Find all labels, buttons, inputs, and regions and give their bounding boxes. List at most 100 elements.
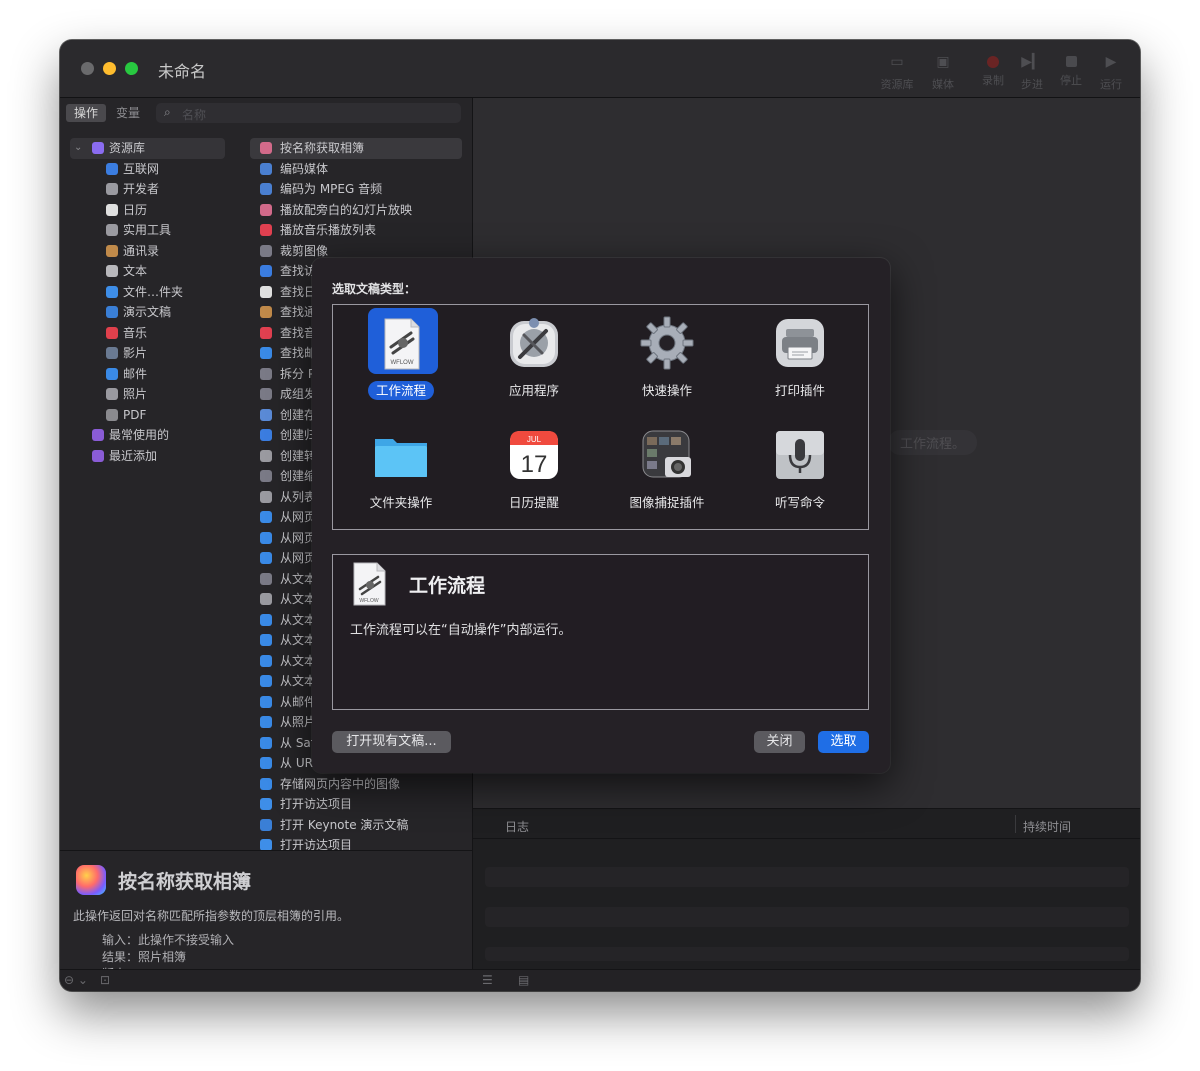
action-label: 编码为 MPEG 音频	[280, 182, 383, 196]
category-item[interactable]: 通讯录	[70, 241, 240, 262]
action-item[interactable]: 打开访达项目	[250, 794, 462, 815]
action-label: 从网页	[280, 530, 317, 545]
category-item[interactable]: 邮件	[70, 364, 240, 385]
type-dictation-command[interactable]: 听写命令	[734, 419, 866, 527]
log-column-duration[interactable]: 持续时间	[1023, 818, 1071, 835]
category-item[interactable]: 最常使用的	[70, 425, 240, 446]
type-workflow-label: 工作流程	[335, 380, 467, 400]
tab-actions[interactable]: 操作	[66, 104, 107, 122]
action-label: 查找邮	[280, 346, 317, 360]
action-item[interactable]: 编码媒体	[250, 159, 462, 180]
category-label: 互联网	[123, 161, 160, 176]
document-type-grid: WFLOW 工作流程 应用程序 快速操作 打印插件 文件夹操作 JUL 17 日…	[332, 304, 869, 530]
category-item[interactable]: 实用工具	[70, 220, 240, 241]
type-calendar-alarm[interactable]: JUL 17 日历提醒	[468, 419, 600, 527]
type-folder-action[interactable]: 文件夹操作	[335, 419, 467, 527]
category-icon	[106, 408, 118, 421]
action-icon	[260, 347, 272, 359]
action-item[interactable]: 播放音乐播放列表	[250, 220, 462, 241]
close-window-button[interactable]	[81, 62, 94, 75]
category-item[interactable]: 互联网	[70, 159, 240, 180]
type-image-capture-plugin[interactable]: 图像捕捉插件	[601, 419, 733, 527]
calendar-icon: JUL 17	[510, 431, 558, 479]
category-item[interactable]: ⌄ 资源库	[70, 138, 225, 159]
library-search-field[interactable]: ⌕ 名称	[156, 103, 461, 123]
toolbar-library-button[interactable]: ▭ 资源库	[877, 52, 917, 92]
action-label: 查找访	[280, 264, 317, 278]
log-column-log[interactable]: 日志	[505, 818, 529, 835]
library-toolbar: 操作 变量 ⌕ 名称	[60, 98, 472, 128]
action-label: 打开访达项目	[280, 797, 353, 811]
action-item[interactable]: 存储网页内容中的图像	[250, 774, 462, 795]
action-menu-icon[interactable]: ⊖ ⌄	[64, 973, 88, 987]
category-item[interactable]: 演示文稿	[70, 302, 240, 323]
category-label: 开发者	[123, 182, 160, 196]
workflow-file-icon: WFLOW	[353, 562, 386, 606]
type-quick-action[interactable]: 快速操作	[601, 307, 733, 415]
open-existing-document-button[interactable]: 打开现有文稿...	[332, 731, 451, 753]
action-label: 查找通	[280, 305, 317, 319]
calendar-day: 17	[521, 451, 548, 478]
toolbar-stop-button[interactable]: 停止	[1051, 52, 1091, 88]
sheet-prompt: 选取文稿类型：	[332, 282, 417, 296]
action-icon	[260, 367, 272, 380]
toolbar-run-label: 运行	[1100, 78, 1122, 91]
category-label: 影片	[123, 346, 148, 360]
list-view-icon[interactable]: ☰	[482, 973, 493, 987]
category-label: 照片	[123, 387, 148, 401]
category-item[interactable]: 音乐	[70, 323, 240, 344]
action-icon	[260, 429, 272, 441]
library-icon: ▭	[890, 54, 904, 70]
action-icon	[260, 203, 272, 216]
action-label: 存储网页内容中的图像	[280, 776, 401, 791]
toolbar-media-button[interactable]: ▣ 媒体	[923, 52, 963, 92]
type-image-capture-label: 图像捕捉插件	[629, 495, 705, 510]
action-label: 查找日	[280, 284, 317, 299]
category-item[interactable]: 文本	[70, 261, 240, 282]
action-icon	[260, 449, 272, 462]
category-item[interactable]: 文件…件夹	[70, 282, 240, 303]
action-item[interactable]: 播放配旁白的幻灯片放映	[250, 200, 462, 221]
action-item[interactable]: 编码为 MPEG 音频	[250, 179, 462, 200]
action-label: 从文本	[280, 592, 317, 606]
toolbar-stop-label: 停止	[1060, 74, 1082, 87]
minimize-window-button[interactable]	[103, 62, 116, 75]
action-label: 从列表	[280, 489, 317, 504]
zoom-window-button[interactable]	[125, 62, 138, 75]
action-label: 拆分 P	[280, 366, 316, 381]
action-label: 从 Saf	[280, 735, 316, 750]
toolbar-run-button[interactable]: ▶ 运行	[1091, 52, 1131, 92]
action-icon	[260, 470, 272, 482]
category-item[interactable]: 照片	[70, 384, 240, 405]
type-print-plugin[interactable]: 打印插件	[734, 307, 866, 415]
tab-variables[interactable]: 变量	[108, 104, 148, 122]
category-icon	[106, 388, 118, 400]
category-item[interactable]: 最近添加	[70, 446, 240, 467]
category-item[interactable]: 开发者	[70, 179, 240, 200]
category-icon	[106, 183, 118, 195]
category-item[interactable]: 日历	[70, 200, 240, 221]
toolbar-step-button[interactable]: ▶▎ 步进	[1012, 52, 1052, 92]
category-item[interactable]: 影片	[70, 343, 240, 364]
action-item[interactable]: 按名称获取相簿	[250, 138, 462, 159]
action-label: 从网页	[280, 551, 317, 565]
description-title: 按名称获取相簿	[118, 871, 252, 893]
category-label: 文本	[123, 264, 148, 278]
type-application[interactable]: 应用程序	[468, 307, 600, 415]
category-label: 邮件	[123, 366, 148, 381]
choose-button[interactable]: 选取	[818, 731, 869, 753]
toolbar-record-button[interactable]: 录制	[973, 52, 1013, 88]
description-toggle-icon[interactable]: ⊡	[100, 973, 110, 987]
type-workflow[interactable]: WFLOW 工作流程	[335, 307, 467, 415]
close-button[interactable]: 关闭	[754, 731, 805, 753]
category-icon	[92, 429, 104, 441]
category-label: 实用工具	[123, 223, 172, 237]
toolbar-step-label: 步进	[1021, 78, 1043, 91]
category-icon	[106, 285, 118, 298]
category-item[interactable]: PDF	[70, 405, 240, 426]
action-icon	[260, 531, 272, 544]
action-item[interactable]: 打开 Keynote 演示文稿	[250, 815, 462, 836]
description-result: 结果：照片相簿	[102, 950, 187, 964]
chevron-down-icon[interactable]: ⌄	[74, 138, 82, 158]
split-view-icon[interactable]: ▤	[518, 973, 529, 987]
